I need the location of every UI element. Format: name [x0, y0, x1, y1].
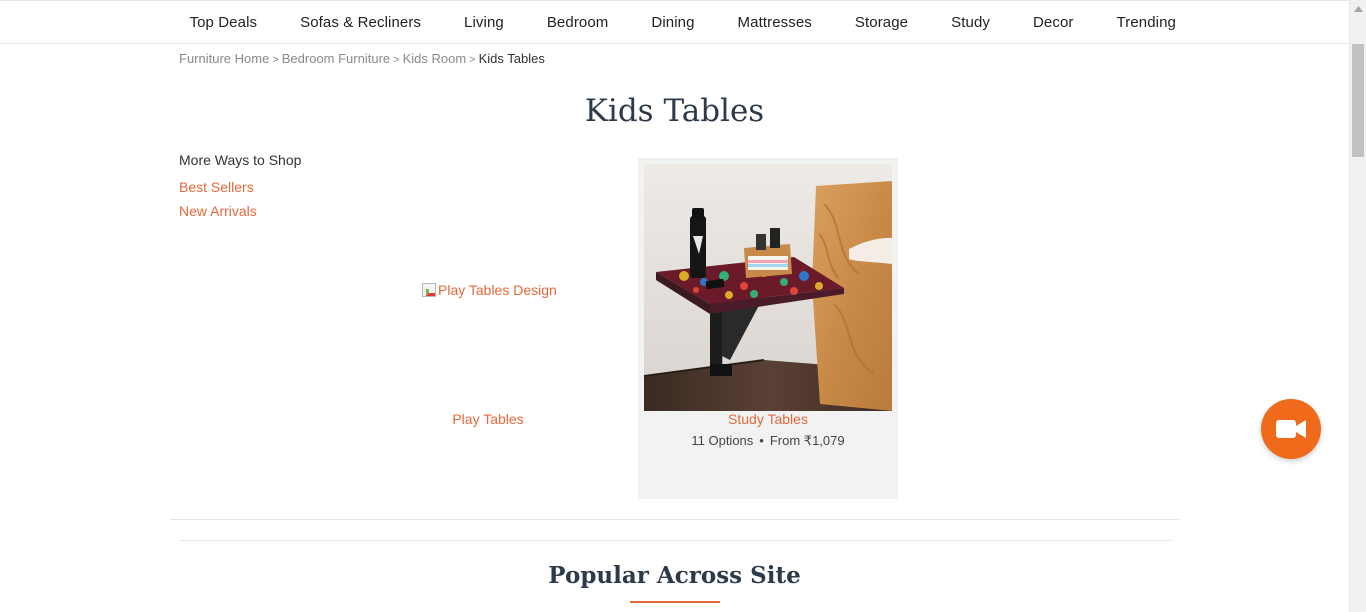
- nav-item-bedroom[interactable]: Bedroom: [525, 14, 630, 31]
- video-call-button[interactable]: [1261, 399, 1321, 459]
- scrollbar-thumb[interactable]: [1352, 44, 1364, 157]
- breadcrumb: Furniture Home > Bedroom Furniture > Kids Ro…: [179, 51, 545, 66]
- study-tables-price: From ₹1,079: [769, 433, 845, 448]
- heading-underline: [630, 601, 720, 603]
- nav-item-living[interactable]: Living: [443, 14, 526, 31]
- study-tables-link[interactable]: Study Tables: [638, 411, 898, 427]
- nav-item-study[interactable]: Study: [930, 14, 1012, 31]
- nav-item-mattresses[interactable]: Mattresses: [716, 14, 833, 31]
- meta-separator: •: [759, 433, 764, 448]
- play-tables-link[interactable]: Play Tables: [358, 411, 618, 427]
- arrow-up-icon: [1354, 5, 1363, 12]
- nav-item-top-deals[interactable]: Top Deals: [168, 14, 279, 31]
- nav-item-dining[interactable]: Dining: [630, 14, 716, 31]
- study-tables-meta: 11 Options • From ₹1,079: [638, 433, 898, 449]
- breadcrumb-separator: >: [393, 54, 400, 66]
- category-tile-play-tables[interactable]: Play Tables Design Play Tables: [358, 158, 618, 499]
- breadcrumb-separator: >: [469, 54, 476, 66]
- best-sellers-link[interactable]: Best Sellers: [179, 179, 301, 195]
- study-table-illustration: [644, 164, 892, 411]
- nav-item-storage[interactable]: Storage: [833, 14, 929, 31]
- breadcrumb-kids-room[interactable]: Kids Room: [403, 51, 467, 66]
- nav-item-sofas-recliners[interactable]: Sofas & Recliners: [279, 14, 443, 31]
- breadcrumb-current: Kids Tables: [478, 51, 545, 66]
- section-divider: [170, 519, 1179, 520]
- study-tables-options: 11 Options: [691, 433, 754, 448]
- nav-item-decor[interactable]: Decor: [1012, 14, 1096, 31]
- study-table-image[interactable]: [644, 164, 892, 411]
- more-ways-to-shop: More Ways to Shop Best Sellers New Arriv…: [179, 152, 301, 227]
- breadcrumb-furniture-home[interactable]: Furniture Home: [179, 51, 269, 66]
- nav-item-trending[interactable]: Trending: [1095, 14, 1197, 31]
- section-divider: [180, 540, 1171, 541]
- play-tables-image[interactable]: Play Tables Design: [422, 282, 557, 298]
- top-navigation: Top Deals Sofas & Recliners Living Bedro…: [0, 0, 1349, 44]
- scroll-up-button[interactable]: [1350, 0, 1366, 17]
- page-viewport: Top Deals Sofas & Recliners Living Bedro…: [0, 0, 1349, 612]
- vertical-scrollbar[interactable]: [1349, 0, 1366, 612]
- video-camera-icon: [1276, 420, 1306, 438]
- page-title: Kids Tables: [584, 93, 765, 129]
- popular-across-site-heading: Popular Across Site: [548, 562, 801, 589]
- nav-list: Top Deals Sofas & Recliners Living Bedro…: [168, 1, 1197, 43]
- new-arrivals-link[interactable]: New Arrivals: [179, 203, 301, 219]
- breadcrumb-separator: >: [272, 54, 279, 66]
- more-ways-title: More Ways to Shop: [179, 152, 302, 168]
- broken-image-icon: [422, 283, 436, 297]
- play-tables-image-alt: Play Tables Design: [438, 282, 557, 298]
- breadcrumb-bedroom-furniture[interactable]: Bedroom Furniture: [282, 51, 390, 66]
- category-tile-study-tables[interactable]: Study Tables 11 Options • From ₹1,079: [638, 158, 898, 499]
